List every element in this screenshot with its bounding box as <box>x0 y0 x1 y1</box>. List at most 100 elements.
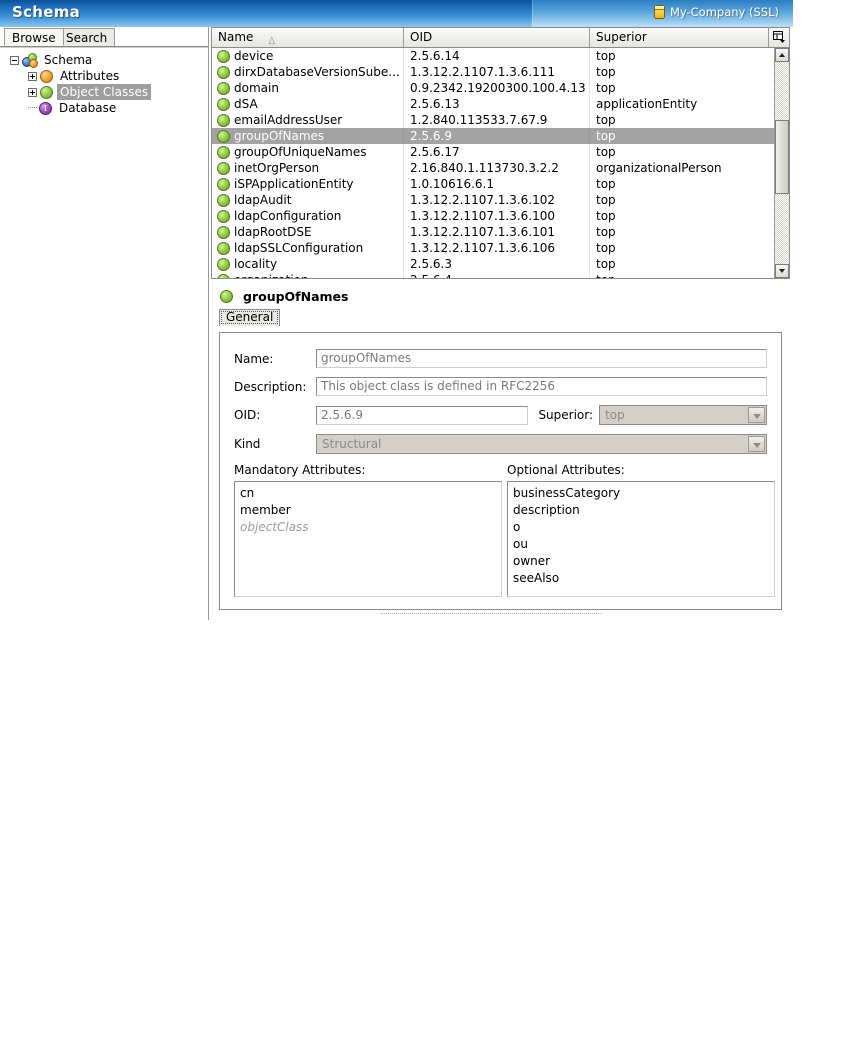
mandatory-attributes-section: Mandatory Attributes: cn member objectClas… <box>234 463 502 597</box>
expand-icon[interactable] <box>28 71 37 81</box>
kind-dropdown[interactable]: Structural <box>316 434 767 454</box>
scrollbar-thumb[interactable] <box>775 120 789 194</box>
list-item[interactable]: seeAlso <box>511 570 774 587</box>
list-item[interactable]: o <box>511 519 774 536</box>
table-row[interactable]: groupOfNames 2.5.6.9 top <box>212 128 774 144</box>
navigation-tabstrip: Browse Search <box>0 27 208 47</box>
table-row[interactable]: ldapAudit 1.3.12.2.1107.1.3.6.102 top <box>212 192 774 208</box>
cell-oid: 1.3.12.2.1107.1.3.6.106 <box>404 240 590 256</box>
schema-window: Schema My-Company (SSL) Browse Search Sc… <box>0 0 793 620</box>
cell-oid: 2.5.6.13 <box>404 96 590 112</box>
tree-item-attributes[interactable]: Attributes <box>0 68 208 84</box>
cell-name-label: dirxDatabaseVersionSube... <box>234 65 400 79</box>
cell-superior: top <box>596 81 616 95</box>
column-header-oid[interactable]: OID <box>404 28 590 47</box>
green-sphere-icon <box>40 85 53 99</box>
cell-name-label: locality <box>234 257 278 271</box>
cell-name: iSPApplicationEntity <box>212 176 404 192</box>
cell-name-label: ldapRootDSE <box>234 225 312 239</box>
table-row[interactable]: inetOrgPerson 2.16.840.1.113730.3.2.2 orga… <box>212 160 774 176</box>
name-input[interactable]: groupOfNames <box>316 349 767 368</box>
cell-name-label: domain <box>234 81 279 95</box>
mandatory-attributes-list[interactable]: cn member objectClass <box>234 481 502 597</box>
table-row[interactable]: iSPApplicationEntity 1.0.10616.6.1 top <box>212 176 774 192</box>
table-body[interactable]: device 2.5.6.14 top dirxDatabaseVersionSube… <box>212 48 774 278</box>
table-vertical-scrollbar[interactable] <box>774 48 789 278</box>
table-column-chooser-icon <box>773 31 785 43</box>
table-row[interactable]: dirxDatabaseVersionSube... 1.3.12.2.1107.… <box>212 64 774 80</box>
table-row[interactable]: domain 0.9.2342.19200300.100.4.13 top <box>212 80 774 96</box>
list-item[interactable]: description <box>511 502 774 519</box>
cell-oid: 2.5.6.4 <box>404 272 590 278</box>
cell-superior: top <box>596 65 616 79</box>
tab-search[interactable]: Search <box>58 28 116 46</box>
column-header-superior[interactable]: Superior <box>590 28 769 47</box>
tree-item-label: Database <box>59 101 117 115</box>
cell-oid: 1.3.12.2.1107.1.3.6.100 <box>404 208 590 224</box>
list-item[interactable]: member <box>238 502 501 519</box>
cell-oid: 2.5.6.3 <box>404 256 590 272</box>
cell-name-label: ldapSSLConfiguration <box>234 241 364 255</box>
list-item[interactable]: ou <box>511 536 774 553</box>
resize-handle[interactable] <box>381 613 601 615</box>
column-chooser-button[interactable] <box>769 28 789 47</box>
table-row[interactable]: device 2.5.6.14 top <box>212 48 774 64</box>
cell-name: emailAddressUser <box>212 112 404 128</box>
optional-attributes-list[interactable]: businessCategory description o ou owner seeAl… <box>507 481 775 597</box>
field-row-description: Description: This object class is define… <box>234 377 767 396</box>
table-row[interactable]: organization 2.5.6.4top <box>212 272 774 278</box>
mandatory-attributes-label: Mandatory Attributes: <box>234 463 366 477</box>
table-row[interactable]: ldapConfiguration 1.3.12.2.1107.1.3.6.100… <box>212 208 774 224</box>
table-row[interactable]: emailAddressUser 1.2.840.113533.7.67.9 top <box>212 112 774 128</box>
cell-name-label: groupOfNames <box>234 129 325 143</box>
table-row[interactable]: ldapSSLConfiguration 1.3.12.2.1107.1.3.6.… <box>212 240 774 256</box>
green-sphere-icon <box>217 209 230 223</box>
tab-browse[interactable]: Browse <box>4 28 64 46</box>
superior-dropdown[interactable]: top <box>599 405 767 425</box>
table-row[interactable]: dSA 2.5.6.13 applicationEntity <box>212 96 774 112</box>
tree-item-schema[interactable]: Schema <box>0 52 208 68</box>
cell-name-label: organization <box>234 272 309 278</box>
green-sphere-icon <box>217 49 230 63</box>
tree-item-object-classes[interactable]: Object Classes <box>0 84 208 100</box>
caret-down-icon <box>779 269 785 273</box>
column-header-name[interactable]: Name △ <box>212 28 404 47</box>
kind-value: Structural <box>322 437 382 451</box>
tree-item-database[interactable]: I Database <box>0 100 208 116</box>
scroll-down-button[interactable] <box>775 264 789 278</box>
table-row[interactable]: ldapRootDSE 1.3.12.2.1107.1.3.6.101 top <box>212 224 774 240</box>
table-row[interactable]: groupOfUniqueNames 2.5.6.17 top <box>212 144 774 160</box>
collapse-icon[interactable] <box>10 55 19 65</box>
detail-tabstrip: General <box>219 309 790 327</box>
cell-name-label: groupOfUniqueNames <box>234 145 367 159</box>
list-item[interactable]: objectClass <box>238 519 501 536</box>
cell-name-label: dSA <box>234 97 258 111</box>
list-item[interactable]: businessCategory <box>511 485 774 502</box>
cell-superior: top <box>596 177 616 191</box>
list-item[interactable]: cn <box>238 485 501 502</box>
cell-name: dSA <box>212 96 404 112</box>
cell-name-label: inetOrgPerson <box>234 161 320 175</box>
description-input[interactable]: This object class is defined in RFC2256 <box>316 377 767 396</box>
green-sphere-icon <box>217 177 230 191</box>
page-title: Schema <box>12 3 81 21</box>
table-row[interactable]: locality 2.5.6.3 top <box>212 256 774 272</box>
cell-oid: 2.16.840.1.113730.3.2.2 <box>404 160 590 176</box>
schema-tree[interactable]: Schema Attributes Object Classes I Database <box>0 47 208 620</box>
cell-superior: top <box>590 272 771 278</box>
expand-icon[interactable] <box>28 87 37 97</box>
list-item[interactable]: owner <box>511 553 774 570</box>
chevron-down-icon[interactable] <box>748 407 765 423</box>
oid-label: OID: <box>234 408 261 422</box>
tab-general[interactable]: General <box>219 309 281 326</box>
cell-oid: 2.5.6.9 <box>404 128 590 144</box>
chevron-down-icon[interactable] <box>748 436 765 452</box>
green-sphere-icon <box>217 129 230 143</box>
cell-name-label: iSPApplicationEntity <box>234 177 354 191</box>
cell-oid: 1.3.12.2.1107.1.3.6.101 <box>404 224 590 240</box>
cell-name: locality <box>212 256 404 272</box>
oid-input[interactable]: 2.5.6.9 <box>316 405 529 425</box>
content-panel: Name △ OID Superior device 2.5.6.14 top … <box>209 27 793 620</box>
scroll-up-button[interactable] <box>775 48 789 62</box>
object-classes-table: Name △ OID Superior device 2.5.6.14 top … <box>211 27 790 279</box>
